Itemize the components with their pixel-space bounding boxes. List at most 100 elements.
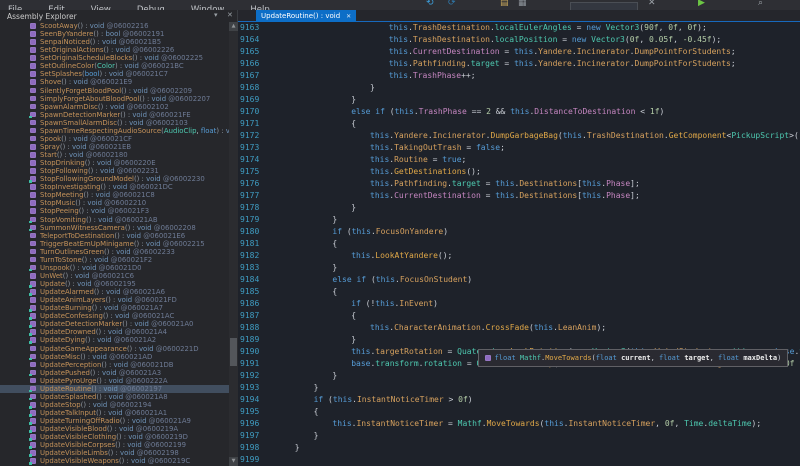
- code-line-9188[interactable]: 9188this.CharacterAnimation.CrossFade(th…: [238, 322, 800, 334]
- explorer-item-UnWet[interactable]: UnWet() : void @060021C6: [0, 272, 229, 280]
- explorer-item-SeenByYandere[interactable]: SeenByYandere() : bool @06002191: [0, 30, 229, 38]
- explorer-item-SpawnTimeRespectingAudioSource[interactable]: SpawnTimeRespectingAudioSource(AudioClip…: [0, 127, 229, 135]
- explorer-item-StopDrinking[interactable]: StopDrinking() : void @0600220E: [0, 159, 229, 167]
- explorer-item-UpdatePerception[interactable]: UpdatePerception() : void @060021DB: [0, 361, 229, 369]
- scrollbar-down-icon[interactable]: ▼: [229, 457, 238, 466]
- tab-update-routine[interactable]: UpdateRoutine() : void✕: [256, 10, 356, 22]
- explorer-item-UpdateDrowned[interactable]: UpdateDrowned() : void @060021A4: [0, 328, 229, 336]
- explorer-item-UpdateRoutine[interactable]: UpdateRoutine() : void @06002197: [0, 385, 229, 393]
- explorer-item-SpawnSmallAlarmDisc[interactable]: SpawnSmallAlarmDisc() : void @06002103: [0, 119, 229, 127]
- code-line-9179[interactable]: 9179}: [238, 214, 800, 226]
- explorer-item-SpawnAlarmDisc[interactable]: SpawnAlarmDisc() : void @06002102: [0, 103, 229, 111]
- explorer-item-UpdateVisibleBlood[interactable]: UpdateVisibleBlood() : void @0600219A: [0, 425, 229, 433]
- open-folder-icon[interactable]: ▤: [500, 0, 509, 8]
- scrollbar-up-icon[interactable]: ▲: [229, 22, 238, 31]
- explorer-item-UpdatePyroUrge[interactable]: UpdatePyroUrge() : void @0600222A: [0, 377, 229, 385]
- code-line-9177[interactable]: 9177this.CurrentDestination = this.Desti…: [238, 190, 800, 202]
- code-line-9195[interactable]: 9195{: [238, 406, 800, 418]
- explorer-item-UpdateBurning[interactable]: UpdateBurning() : void @060021A7: [0, 304, 229, 312]
- explorer-item-UpdateVisibleClothing[interactable]: UpdateVisibleClothing() : void @0600219D: [0, 433, 229, 441]
- code-line-9163[interactable]: 9163this.TrashDestination.localEulerAngl…: [238, 22, 800, 34]
- explorer-item-UpdateStop[interactable]: UpdateStop() : void @06002194: [0, 401, 229, 409]
- explorer-item-UpdateDying[interactable]: UpdateDying() : void @060021A2: [0, 336, 229, 344]
- nav-forward-icon[interactable]: ⟳: [448, 0, 456, 8]
- explorer-item-SenpaiNoticed[interactable]: SenpaiNoticed() : void @060021B5: [0, 38, 229, 46]
- scrollbar-thumb[interactable]: [230, 338, 237, 366]
- explorer-item-UpdateConfessing[interactable]: UpdateConfessing() : void @060021AC: [0, 312, 229, 320]
- explorer-item-StopFollowing[interactable]: StopFollowing() : void @06002231: [0, 167, 229, 175]
- explorer-item-UpdateVisibleWeapons[interactable]: UpdateVisibleWeapons() : void @0600219C: [0, 457, 229, 465]
- explorer-item-StopFollowingGroundModel[interactable]: StopFollowingGroundModel() : void @06002…: [0, 175, 229, 183]
- start-debug-icon[interactable]: ▶: [698, 0, 705, 8]
- code-line-9182[interactable]: 9182this.LookAtYandere();: [238, 250, 800, 262]
- explorer-item-UpdateVisibleLimbs[interactable]: UpdateVisibleLimbs() : void @06002198: [0, 449, 229, 457]
- code-line-9184[interactable]: 9184else if (this.FocusOnStudent): [238, 274, 800, 286]
- explorer-item-StopMeeting[interactable]: StopMeeting() : void @060021C8: [0, 191, 229, 199]
- code-line-9194[interactable]: 9194if (this.InstantNoticeTimer > 0f): [238, 394, 800, 406]
- explorer-item-UpdateVisibleCorpses[interactable]: UpdateVisibleCorpses() : void @06002199: [0, 441, 229, 449]
- code-line-9192[interactable]: 9192}: [238, 370, 800, 382]
- code-line-9165[interactable]: 9165this.CurrentDestination = this.Yande…: [238, 46, 800, 58]
- explorer-item-SpawnDetectionMarker[interactable]: SpawnDetectionMarker() : void @060021FE: [0, 111, 229, 119]
- code-line-9173[interactable]: 9173this.TakingOutTrash = false;: [238, 142, 800, 154]
- code-line-9166[interactable]: 9166this.Pathfinding.target = this.Yande…: [238, 58, 800, 70]
- explorer-item-SilentlyForgetBloodPool[interactable]: SilentlyForgetBloodPool() : void @060022…: [0, 87, 229, 95]
- code-line-9171[interactable]: 9171{: [238, 118, 800, 130]
- save-icon[interactable]: ▦: [518, 0, 527, 8]
- code-line-9164[interactable]: 9164this.TrashDestination.localPosition …: [238, 34, 800, 46]
- explorer-item-SetOutlineColor[interactable]: SetOutlineColor(Color) : void @060021BC: [0, 62, 229, 70]
- explorer-item-StopInvestigating[interactable]: StopInvestigating() : void @060021DC: [0, 183, 229, 191]
- explorer-item-SetSplashes[interactable]: SetSplashes(bool) : void @060021C7: [0, 70, 229, 78]
- explorer-item-UpdatePushed[interactable]: UpdatePushed() : void @060021A3: [0, 369, 229, 377]
- explorer-item-UpdateGameAppearance[interactable]: UpdateGameAppearance() : void @0600221D: [0, 345, 229, 353]
- code-line-9199[interactable]: 9199: [238, 454, 800, 466]
- explorer-item-UpdateSplashed[interactable]: UpdateSplashed() : void @060021A8: [0, 393, 229, 401]
- code-line-9183[interactable]: 9183}: [238, 262, 800, 274]
- explorer-item-UpdateMisc[interactable]: UpdateMisc() : void @060021AD: [0, 353, 229, 361]
- explorer-item-SimplyForgetAboutBloodPool[interactable]: SimplyForgetAboutBloodPool() : void @060…: [0, 95, 229, 103]
- code-line-9187[interactable]: 9187{: [238, 310, 800, 322]
- explorer-item-TeleportToDestination[interactable]: TeleportToDestination() : void @060021E6: [0, 232, 229, 240]
- search-icon[interactable]: ⌕: [758, 0, 763, 8]
- explorer-scrollbar[interactable]: ▲ ▼: [229, 22, 238, 466]
- code-line-9167[interactable]: 9167this.TrashPhase++;: [238, 70, 800, 82]
- code-line-9185[interactable]: 9185{: [238, 286, 800, 298]
- code-view[interactable]: 9163this.TrashDestination.localEulerAngl…: [238, 22, 800, 466]
- explorer-item-Shove[interactable]: Shove() : void @060021E9: [0, 78, 229, 86]
- code-line-9169[interactable]: 9169}: [238, 94, 800, 106]
- explorer-item-Start[interactable]: Start() : void @06002180: [0, 151, 229, 159]
- code-line-9193[interactable]: 9193}: [238, 382, 800, 394]
- code-line-9189[interactable]: 9189}: [238, 334, 800, 346]
- code-line-9168[interactable]: 9168}: [238, 82, 800, 94]
- explorer-item-SetOriginalActions[interactable]: SetOriginalActions() : void @06002226: [0, 46, 229, 54]
- chevron-down-icon[interactable]: ▾: [214, 11, 218, 19]
- explorer-item-UpdateTalkInput[interactable]: UpdateTalkInput() : void @060021A1: [0, 409, 229, 417]
- code-line-9186[interactable]: 9186if (!this.InEvent): [238, 298, 800, 310]
- explorer-item-Spray[interactable]: Spray() : void @060021EB: [0, 143, 229, 151]
- close-icon[interactable]: ✕: [648, 0, 656, 8]
- explorer-item-TurnToStone[interactable]: TurnToStone() : void @060021F2: [0, 256, 229, 264]
- explorer-item-StopPeeing[interactable]: StopPeeing() : void @060021F3: [0, 207, 229, 215]
- explorer-item-Spook[interactable]: Spook() : void @060021CF: [0, 135, 229, 143]
- panel-close-icon[interactable]: ✕: [227, 11, 233, 19]
- code-line-9175[interactable]: 9175this.GetDestinations();: [238, 166, 800, 178]
- code-line-9176[interactable]: 9176this.Pathfinding.target = this.Desti…: [238, 178, 800, 190]
- explorer-item-TriggerBeatEmUpMinigame[interactable]: TriggerBeatEmUpMinigame() : void @060022…: [0, 240, 229, 248]
- code-line-9172[interactable]: 9172this.Yandere.Incinerator.DumpGarbage…: [238, 130, 800, 142]
- explorer-item-SetOriginalScheduleBlocks[interactable]: SetOriginalScheduleBlocks() : void @0600…: [0, 54, 229, 62]
- explorer-item-UpdateTurningOffRadio[interactable]: UpdateTurningOffRadio() : void @060021A9: [0, 417, 229, 425]
- explorer-item-UpdateAnimLayers[interactable]: UpdateAnimLayers() : void @060021FD: [0, 296, 229, 304]
- code-line-9170[interactable]: 9170else if (this.TrashPhase == 2 && thi…: [238, 106, 800, 118]
- code-line-9178[interactable]: 9178}: [238, 202, 800, 214]
- code-line-9180[interactable]: 9180if (this.FocusOnYandere): [238, 226, 800, 238]
- explorer-item-Update[interactable]: Update() : void @06002195: [0, 280, 229, 288]
- explorer-item-StopMusic[interactable]: StopMusic() : void @06002210: [0, 199, 229, 207]
- code-line-9197[interactable]: 9197}: [238, 430, 800, 442]
- explorer-item-TurnOutlinesGreen[interactable]: TurnOutlinesGreen() : void @06002233: [0, 248, 229, 256]
- nav-back-icon[interactable]: ⟲: [426, 0, 434, 8]
- code-line-9198[interactable]: 9198}: [238, 442, 800, 454]
- explorer-item-SummonWitnessCamera[interactable]: SummonWitnessCamera() : void @06002208: [0, 224, 229, 232]
- explorer-item-UpdateAlarmed[interactable]: UpdateAlarmed() : void @060021A6: [0, 288, 229, 296]
- code-line-9181[interactable]: 9181{: [238, 238, 800, 250]
- explorer-item-ScootAway[interactable]: ScootAway() : void @06002216: [0, 22, 229, 30]
